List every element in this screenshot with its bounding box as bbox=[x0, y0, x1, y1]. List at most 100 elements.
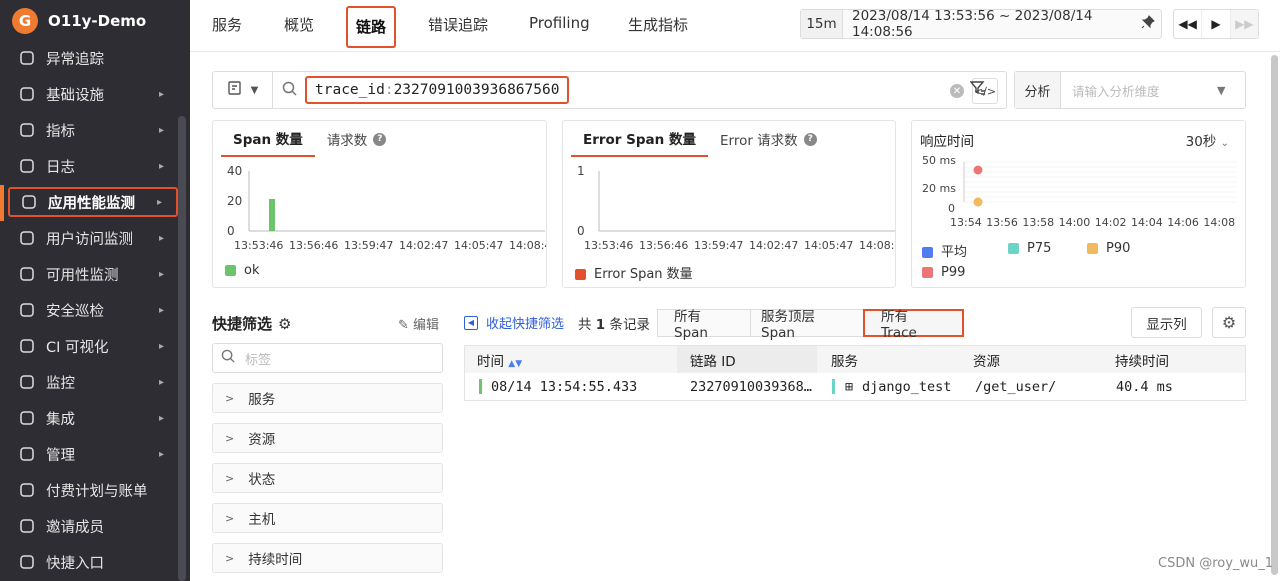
sidebar-item-14[interactable]: 快捷入口 bbox=[8, 547, 178, 577]
query-token[interactable]: trace_id:2327091003936867560 bbox=[305, 76, 570, 104]
sidebar-item-4[interactable]: 应用性能监测 ▸ bbox=[8, 187, 178, 217]
analysis-dimension[interactable]: 分析 请输入分析维度 ▼ bbox=[1014, 71, 1246, 109]
tab-profiling[interactable]: Profiling bbox=[529, 14, 590, 32]
legend-ok[interactable]: ok bbox=[225, 263, 259, 278]
tab-generate-metrics[interactable]: 生成指标 bbox=[628, 14, 688, 35]
col-duration[interactable]: 持续时间 bbox=[1115, 350, 1169, 370]
interval-select[interactable]: 30秒 ⌄ bbox=[1186, 130, 1229, 150]
query-mode-select[interactable]: ▼ bbox=[213, 72, 273, 108]
tab-error-span-count[interactable]: Error Span 数量 bbox=[571, 121, 708, 157]
legend-error-span[interactable]: Error Span 数量 bbox=[575, 263, 693, 282]
segment-all-trace[interactable]: 所有 Trace bbox=[863, 309, 964, 341]
edit-button[interactable]: ✎ 编辑 bbox=[398, 314, 439, 333]
sidebar-item-0[interactable]: 异常追踪 bbox=[8, 43, 178, 73]
facet-2[interactable]: > 状态 bbox=[212, 463, 443, 493]
gear-icon[interactable]: ⚙ bbox=[278, 315, 291, 333]
settings-icon[interactable]: ⚙ bbox=[1212, 307, 1246, 338]
chevron-right-icon: ▸ bbox=[158, 124, 164, 136]
row-time: 08/14 13:54:55.433 bbox=[491, 378, 638, 395]
col-trace-id[interactable]: 链路 ID bbox=[690, 350, 736, 370]
row-duration: 40.4 ms bbox=[1116, 378, 1173, 395]
x-tick-label: 14:08 bbox=[1203, 216, 1235, 229]
sidebar-item-12[interactable]: 付费计划与账单 bbox=[8, 475, 178, 505]
y-tick-label: 20 bbox=[227, 194, 242, 208]
page-scrollbar[interactable] bbox=[1271, 55, 1278, 575]
sidebar-item-5[interactable]: 用户访问监测 ▸ bbox=[8, 223, 178, 253]
sidebar-item-11[interactable]: 管理 ▸ bbox=[8, 439, 178, 469]
x-tick-label: 13:56 bbox=[986, 216, 1018, 229]
segment-all-span[interactable]: 所有 Span bbox=[657, 309, 751, 341]
availability-icon bbox=[18, 265, 36, 283]
sidebar-item-label: 管理 bbox=[46, 447, 75, 464]
help-icon[interactable]: ? bbox=[373, 132, 387, 146]
sidebar-item-13[interactable]: 邀请成员 bbox=[8, 511, 178, 541]
facet-1[interactable]: > 资源 bbox=[212, 423, 443, 453]
sidebar-item-label: 付费计划与账单 bbox=[46, 483, 148, 500]
help-icon[interactable]: ? bbox=[803, 132, 817, 146]
sidebar-item-1[interactable]: 基础设施 ▸ bbox=[8, 79, 178, 109]
tab-services[interactable]: 服务 bbox=[212, 14, 242, 35]
fast-forward-icon[interactable]: ▶▶ bbox=[1230, 10, 1258, 38]
time-range-picker[interactable]: 15m 2023/08/14 13:53:56 ~ 2023/08/14 14:… bbox=[800, 8, 1162, 40]
point-P99 bbox=[973, 165, 983, 175]
legend-swatch bbox=[1087, 243, 1098, 254]
legend-series-1[interactable]: P75 bbox=[1008, 241, 1051, 256]
display-columns-button[interactable]: 显示列 bbox=[1131, 307, 1202, 338]
sidebar-item-9[interactable]: 监控 ▸ bbox=[8, 367, 178, 397]
tab-error-request-count[interactable]: Error 请求数? bbox=[708, 121, 829, 157]
sidebar-scrollbar[interactable] bbox=[178, 116, 186, 581]
legend-series-2[interactable]: P90 bbox=[1087, 241, 1130, 256]
facet-4[interactable]: > 持续时间 bbox=[212, 543, 443, 573]
x-tick-label: 14:02 bbox=[1095, 216, 1127, 229]
workspace-header[interactable]: G O11y-Demo bbox=[0, 0, 190, 42]
x-tick-label: 13:56:46 bbox=[639, 239, 688, 252]
response-time-card: 响应时间 30秒 ⌄ 50 ms 20 ms 0 13:54 13:56 13:58 14:… bbox=[911, 120, 1246, 288]
col-time[interactable]: 时间 ▲▼ bbox=[477, 350, 522, 370]
sidebar-item-7[interactable]: 安全巡检 ▸ bbox=[8, 295, 178, 325]
clear-icon[interactable]: ✕ bbox=[950, 84, 964, 98]
quick-range[interactable]: 15m bbox=[801, 10, 843, 38]
analysis-label: 分析 bbox=[1015, 72, 1061, 108]
rewind-icon[interactable]: ◀◀ bbox=[1174, 10, 1203, 38]
row-trace-id: 23270910039368… bbox=[690, 378, 812, 395]
span-count-card: Span 数量 请求数? 40 20 0 13:53:46 13:56:46 13:59:… bbox=[212, 120, 547, 288]
sidebar-item-6[interactable]: 可用性监测 ▸ bbox=[8, 259, 178, 289]
infrastructure-icon bbox=[18, 85, 36, 103]
time-range-text[interactable]: 2023/08/14 13:53:56 ~ 2023/08/14 14:08:5… bbox=[843, 8, 1135, 40]
x-tick-label: 14:02:47 bbox=[399, 239, 448, 252]
billing-icon bbox=[18, 481, 36, 499]
tab-request-count[interactable]: 请求数? bbox=[315, 121, 399, 157]
legend-swatch bbox=[575, 269, 586, 280]
tag-search-input[interactable]: 标签 bbox=[212, 343, 443, 373]
sidebar-item-8[interactable]: CI 可视化 ▸ bbox=[8, 331, 178, 361]
legend-series-3[interactable]: P99 bbox=[922, 265, 965, 280]
pin-icon[interactable] bbox=[1135, 15, 1161, 33]
table-row[interactable]: 08/14 13:54:55.433 23270910039368… ⊞ dja… bbox=[465, 373, 1245, 400]
sidebar-item-10[interactable]: 集成 ▸ bbox=[8, 403, 178, 433]
col-resource[interactable]: 资源 bbox=[973, 350, 1000, 370]
facet-label: 持续时间 bbox=[248, 552, 303, 568]
x-tick-label: 14:04 bbox=[1131, 216, 1163, 229]
sidebar-item-3[interactable]: 日志 ▸ bbox=[8, 151, 178, 181]
legend-series-0[interactable]: 平均 bbox=[922, 241, 967, 260]
sidebar-item-label: CI 可视化 bbox=[46, 339, 109, 356]
facet-3[interactable]: > 主机 bbox=[212, 503, 443, 533]
sidebar-item-2[interactable]: 指标 ▸ bbox=[8, 115, 178, 145]
collapse-quick-filter[interactable]: ◀ 收起快捷筛选 bbox=[464, 313, 564, 332]
sort-icon[interactable]: ▲▼ bbox=[508, 359, 522, 369]
segment-service-top-span[interactable]: 服务顶层 Span bbox=[750, 309, 864, 341]
tab-traces[interactable]: 链路 bbox=[346, 6, 397, 48]
legend-ok-label: ok bbox=[244, 263, 260, 278]
analysis-placeholder[interactable]: 请输入分析维度 bbox=[1061, 81, 1217, 100]
x-tick-label: 14:08:4 bbox=[859, 239, 895, 252]
tab-error-tracking[interactable]: 错误追踪 bbox=[428, 14, 488, 35]
apm-icon bbox=[20, 193, 38, 211]
play-icon[interactable]: ▶ bbox=[1202, 10, 1231, 38]
tab-overview[interactable]: 概览 bbox=[284, 14, 314, 35]
filter-settings-icon[interactable] bbox=[969, 80, 986, 100]
col-service[interactable]: 服务 bbox=[831, 350, 858, 370]
legend-swatch bbox=[1008, 243, 1019, 254]
facet-0[interactable]: > 服务 bbox=[212, 383, 443, 413]
tab-span-count[interactable]: Span 数量 bbox=[221, 121, 315, 157]
chevron-down-icon: ▼ bbox=[1217, 83, 1226, 97]
